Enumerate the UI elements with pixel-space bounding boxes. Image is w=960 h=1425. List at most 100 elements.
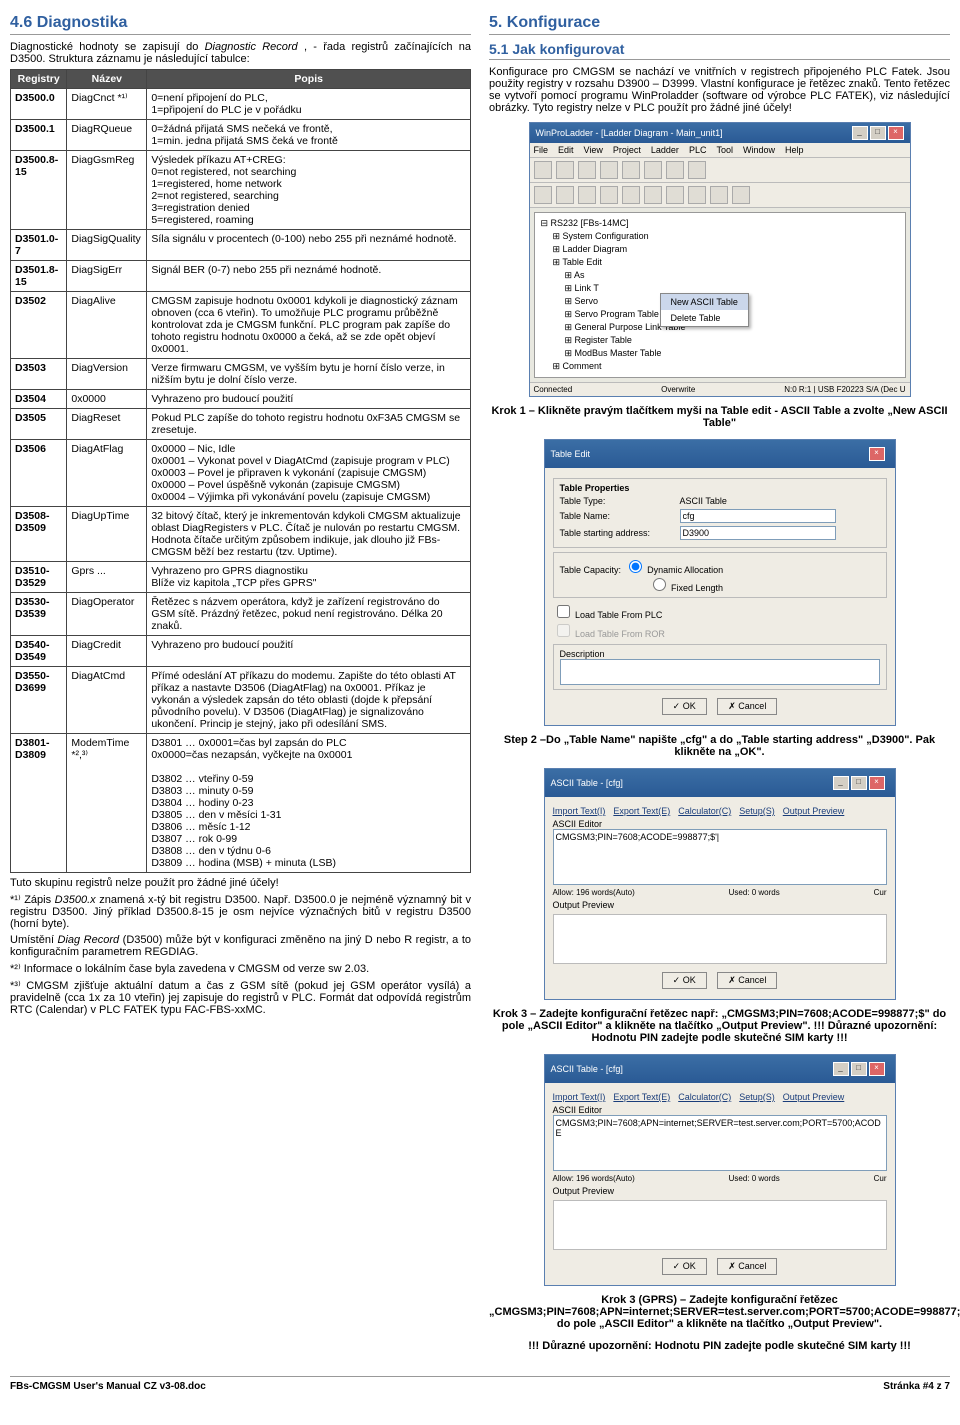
input-table-name[interactable] bbox=[680, 509, 836, 523]
tree-item[interactable]: ⊞ Register Table bbox=[539, 334, 901, 347]
cell-nazev: DiagReset bbox=[67, 409, 147, 440]
menubar: File Edit View Project Ladder PLC Tool Window He… bbox=[530, 143, 910, 158]
tab-link[interactable]: Import Text(I) bbox=[553, 806, 606, 816]
tab-link[interactable]: Setup(S) bbox=[739, 1092, 775, 1102]
menu-item[interactable]: Window bbox=[743, 145, 775, 155]
tree-item[interactable]: ⊞ Table Edit bbox=[539, 256, 901, 269]
minimize-icon[interactable]: _ bbox=[852, 126, 868, 140]
toolbar-button[interactable] bbox=[644, 161, 662, 179]
cell-registry: D3500.0 bbox=[11, 89, 67, 120]
tree-item[interactable]: ⊞ ModBus Master Table bbox=[539, 347, 901, 360]
cell-nazev: DiagAtCmd bbox=[67, 667, 147, 734]
toolbar-button[interactable] bbox=[710, 186, 728, 204]
toolbar-button[interactable] bbox=[732, 186, 750, 204]
toolbar-button[interactable] bbox=[644, 186, 662, 204]
radio-dynamic[interactable]: Dynamic Allocation bbox=[624, 565, 724, 575]
cell-popis: 32 bitový čítač, který je inkrementován … bbox=[147, 507, 471, 562]
tab-link[interactable]: Setup(S) bbox=[739, 806, 775, 816]
toolbar-button[interactable] bbox=[600, 186, 618, 204]
chk-load-ror[interactable]: Load Table From ROR bbox=[553, 629, 665, 639]
toolbar-button[interactable] bbox=[666, 161, 684, 179]
dialog-titlebar: ASCII Table - [cfg] _ □ × bbox=[545, 769, 895, 797]
group-capacity: Table Capacity: Dynamic Allocation Fixed… bbox=[553, 552, 887, 598]
menu-item[interactable]: PLC bbox=[689, 145, 707, 155]
close-icon[interactable]: × bbox=[888, 126, 904, 140]
chk-load-plc[interactable]: Load Table From PLC bbox=[553, 610, 663, 620]
cell-registry: D3550-D3699 bbox=[11, 667, 67, 734]
tree-item[interactable]: ⊞ Ladder Diagram bbox=[539, 243, 901, 256]
tab-link[interactable]: Output Preview bbox=[783, 1092, 845, 1102]
toolbar-button[interactable] bbox=[556, 186, 574, 204]
tab-link[interactable]: Import Text(I) bbox=[553, 1092, 606, 1102]
ok-label: OK bbox=[683, 1261, 696, 1271]
minimize-icon[interactable]: _ bbox=[833, 776, 849, 790]
close-icon[interactable]: × bbox=[869, 1062, 885, 1076]
tree-item[interactable]: ⊞ As bbox=[539, 269, 901, 282]
toolbar-button[interactable] bbox=[600, 161, 618, 179]
tree-item[interactable]: ⊞ Comment bbox=[539, 360, 901, 373]
intro-text-1: Diagnostické hodnoty se zapisují do bbox=[10, 41, 205, 53]
ok-button[interactable]: ✓ OK bbox=[662, 1258, 707, 1275]
allow-label: Allow: 196 words(Auto) bbox=[553, 888, 635, 897]
minimize-icon[interactable]: _ bbox=[833, 1062, 849, 1076]
tree-item[interactable]: ⊟ RS232 [FBs-14MC] bbox=[539, 217, 901, 230]
toolbar-button[interactable] bbox=[578, 186, 596, 204]
cell-popis: Vyhrazeno pro GPRS diagnostiku Blíže viz… bbox=[147, 562, 471, 593]
input-start-addr[interactable] bbox=[680, 526, 836, 540]
menu-item[interactable]: File bbox=[534, 145, 549, 155]
toolbar-button[interactable] bbox=[688, 161, 706, 179]
close-icon[interactable]: × bbox=[869, 447, 885, 461]
group-table-properties: Table Properties Table Type: ASCII Table… bbox=[553, 478, 887, 548]
group-title: Table Properties bbox=[560, 483, 880, 493]
description-area[interactable] bbox=[560, 659, 880, 685]
maximize-icon[interactable]: □ bbox=[851, 776, 867, 790]
toolbar-button[interactable] bbox=[688, 186, 706, 204]
menu-item[interactable]: Help bbox=[785, 145, 804, 155]
tab-link[interactable]: Output Preview bbox=[783, 806, 845, 816]
toolbar-button[interactable] bbox=[622, 186, 640, 204]
tab-link[interactable]: Calculator(C) bbox=[678, 1092, 731, 1102]
cancel-label: Cancel bbox=[738, 975, 766, 985]
menu-item[interactable]: Tool bbox=[716, 145, 733, 155]
close-icon[interactable]: × bbox=[869, 776, 885, 790]
footer-right: Stránka #4 z 7 bbox=[883, 1381, 950, 1392]
cur-label: Cur bbox=[874, 1174, 887, 1183]
ok-button[interactable]: ✓ OK bbox=[662, 698, 707, 715]
dialog-table-edit: Table Edit × Table Properties Table Type… bbox=[544, 439, 896, 726]
th-nazev: Název bbox=[67, 70, 147, 89]
cancel-button[interactable]: ✗ Cancel bbox=[717, 698, 777, 715]
cell-nazev: DiagAtFlag bbox=[67, 440, 147, 507]
ok-button[interactable]: ✓ OK bbox=[662, 972, 707, 989]
cell-registry: D3501.0-7 bbox=[11, 230, 67, 261]
maximize-icon[interactable]: □ bbox=[851, 1062, 867, 1076]
dialog-titlebar: Table Edit × bbox=[545, 440, 895, 468]
cancel-button[interactable]: ✗ Cancel bbox=[717, 972, 777, 989]
ctx-new-ascii-table[interactable]: New ASCII Table bbox=[661, 294, 748, 310]
toolbar-button[interactable] bbox=[534, 186, 552, 204]
toolbar-button[interactable] bbox=[622, 161, 640, 179]
maximize-icon[interactable]: □ bbox=[870, 126, 886, 140]
tab-link[interactable]: Calculator(C) bbox=[678, 806, 731, 816]
tree-item[interactable]: ⊞ System Configuration bbox=[539, 230, 901, 243]
footnote-2: *²⁾ Informace o lokálním čase byla zaved… bbox=[10, 962, 471, 975]
toolbar-button[interactable] bbox=[666, 186, 684, 204]
toolbar-button[interactable] bbox=[534, 161, 552, 179]
ascii-editor[interactable]: CMGSM3;PIN=7608;APN=internet;SERVER=test… bbox=[553, 1115, 887, 1171]
menu-item[interactable]: View bbox=[584, 145, 603, 155]
caption-step1: Krok 1 – Klikněte pravým tlačítkem myši … bbox=[489, 405, 950, 429]
menu-item[interactable]: Project bbox=[613, 145, 641, 155]
cell-nazev: DiagAlive bbox=[67, 292, 147, 359]
radio-fixed[interactable]: Fixed Length bbox=[648, 583, 724, 593]
toolbar-button[interactable] bbox=[556, 161, 574, 179]
tab-link[interactable]: Export Text(E) bbox=[613, 1092, 670, 1102]
tab-link[interactable]: Export Text(E) bbox=[613, 806, 670, 816]
menu-item[interactable]: Edit bbox=[558, 145, 574, 155]
footer-left: FBs-CMGSM User's Manual CZ v3-08.doc bbox=[10, 1381, 206, 1392]
ctx-delete-table[interactable]: Delete Table bbox=[661, 310, 748, 326]
status-connected: Connected bbox=[534, 385, 573, 394]
cancel-button[interactable]: ✗ Cancel bbox=[717, 1258, 777, 1275]
table-row: D3500.8-15DiagGsmRegVýsledek příkazu AT+… bbox=[11, 151, 471, 230]
ascii-editor[interactable]: CMGSM3;PIN=7608;ACODE=998877;$'| bbox=[553, 829, 887, 885]
menu-item[interactable]: Ladder bbox=[651, 145, 679, 155]
toolbar-button[interactable] bbox=[578, 161, 596, 179]
